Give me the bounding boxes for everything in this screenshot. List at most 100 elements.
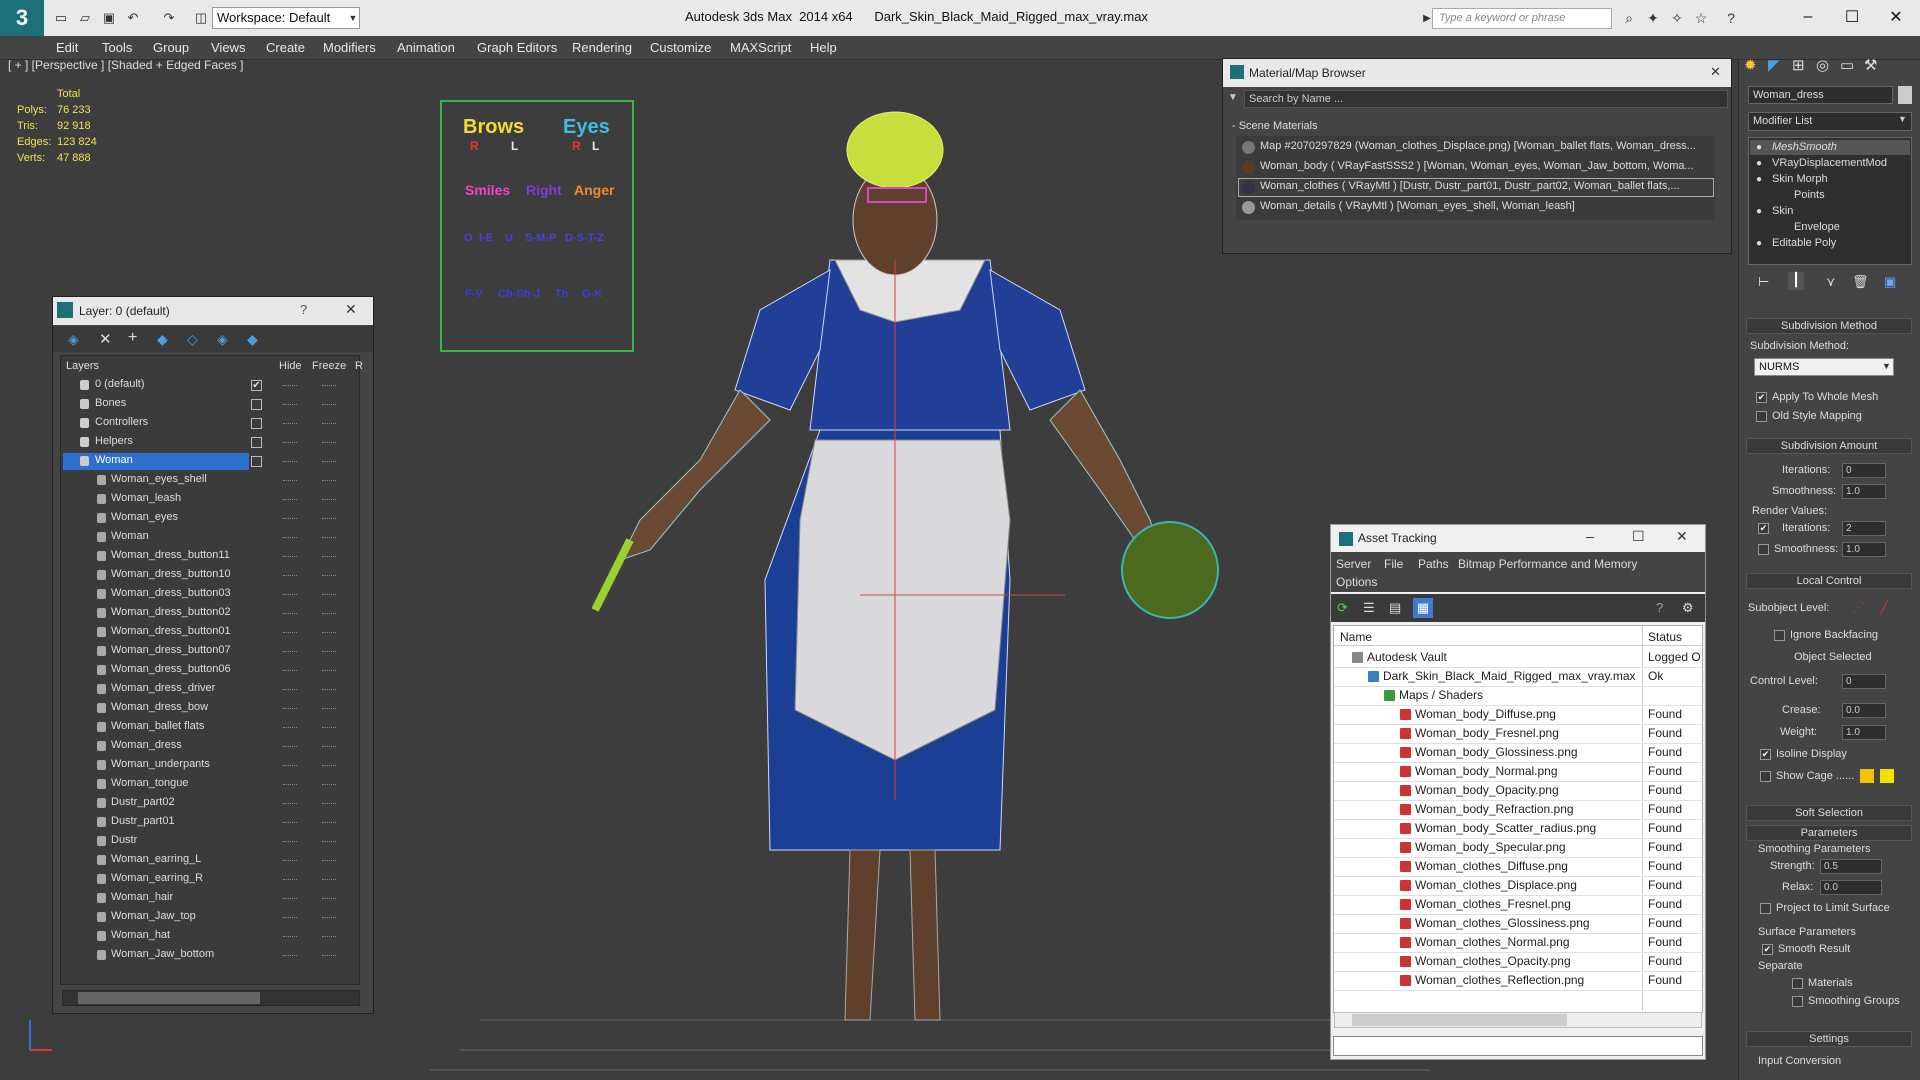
object-row[interactable]: Woman_earring_L xyxy=(111,853,201,865)
object-row[interactable]: Woman_dress_button10 xyxy=(111,568,231,580)
freeze-toggle[interactable] xyxy=(322,879,336,880)
isoline-display-checkbox[interactable]: ✔ xyxy=(1760,749,1771,760)
layer-hscroll-thumb[interactable] xyxy=(78,992,260,1004)
close-icon[interactable]: ✕ xyxy=(345,301,357,318)
object-row[interactable]: Woman_Jaw_top xyxy=(111,910,196,922)
menu-customize[interactable]: Customize xyxy=(650,40,711,55)
object-row[interactable]: Woman_leash xyxy=(111,492,181,504)
object-row[interactable]: Woman_dress_button06 xyxy=(111,663,231,675)
render-smoothness-checkbox[interactable] xyxy=(1758,544,1769,555)
freeze-toggle[interactable] xyxy=(322,651,336,652)
asset-settings-icon[interactable]: ⚙ xyxy=(1682,600,1694,616)
layer-tool-6-icon[interactable]: ◈ xyxy=(217,331,228,348)
layer-tool-7-icon[interactable]: ◆ xyxy=(247,331,258,348)
motion-tab-icon[interactable]: ◎ xyxy=(1816,56,1829,74)
current-layer-checkbox[interactable] xyxy=(251,418,262,429)
freeze-toggle[interactable] xyxy=(322,936,336,937)
chevron-down-icon[interactable]: ▼ xyxy=(1882,361,1891,371)
col-freeze-header[interactable]: Freeze xyxy=(312,360,346,372)
freeze-toggle[interactable] xyxy=(322,594,336,595)
layer-tool-1-icon[interactable]: ◈ xyxy=(68,331,79,348)
hide-toggle[interactable] xyxy=(283,499,297,500)
freeze-toggle[interactable] xyxy=(322,385,336,386)
hide-toggle[interactable] xyxy=(283,917,297,918)
freeze-toggle[interactable] xyxy=(322,784,336,785)
freeze-toggle[interactable] xyxy=(322,955,336,956)
hide-toggle[interactable] xyxy=(283,404,297,405)
object-color-swatch[interactable] xyxy=(1898,86,1912,104)
asset-help-icon[interactable]: ? xyxy=(1656,600,1663,615)
save-icon[interactable]: ▣ xyxy=(100,9,118,26)
rollout-parameters[interactable]: Parameters xyxy=(1746,825,1912,841)
hide-toggle[interactable] xyxy=(283,480,297,481)
asset-row-name[interactable]: Woman_clothes_Diffuse.png xyxy=(1415,859,1568,873)
layer-row[interactable]: Controllers xyxy=(95,416,148,428)
asset-row-name[interactable]: Woman_body_Opacity.png xyxy=(1415,783,1559,797)
chevron-down-icon[interactable]: ▼ xyxy=(1898,114,1907,124)
hide-toggle[interactable] xyxy=(283,689,297,690)
modifier-stack-item[interactable]: MeshSmooth xyxy=(1772,141,1837,153)
freeze-toggle[interactable] xyxy=(322,898,336,899)
asset-row-name[interactable]: Woman_body_Refraction.png xyxy=(1415,802,1574,816)
subdivision-method-select[interactable]: NURMS xyxy=(1754,358,1894,376)
favorites-star-icon[interactable]: ☆ xyxy=(1692,9,1710,27)
col-name-header[interactable]: Name xyxy=(1340,630,1372,644)
hide-toggle[interactable] xyxy=(283,385,297,386)
weight-spinner[interactable]: 1.0 xyxy=(1842,725,1886,740)
add-layer-icon[interactable]: + xyxy=(128,329,137,347)
hide-toggle[interactable] xyxy=(283,803,297,804)
smoothness-spinner[interactable]: 1.0 xyxy=(1842,484,1886,499)
current-layer-checkbox[interactable] xyxy=(251,399,262,410)
hide-toggle[interactable] xyxy=(283,632,297,633)
object-row[interactable]: Dustr_part01 xyxy=(111,815,175,827)
modifier-stack-item[interactable]: VRayDisplacementMod xyxy=(1772,157,1887,169)
freeze-toggle[interactable] xyxy=(322,518,336,519)
undo-icon[interactable]: ↶ xyxy=(124,9,142,26)
thumbnail-view-icon[interactable]: ▤ xyxy=(1389,600,1401,616)
freeze-toggle[interactable] xyxy=(322,461,336,462)
freeze-toggle[interactable] xyxy=(322,860,336,861)
hide-toggle[interactable] xyxy=(283,860,297,861)
material-browser-titlebar[interactable]: Material/Map Browser xyxy=(1223,59,1731,87)
object-row[interactable]: Woman_ballet flats xyxy=(111,720,204,732)
material-item[interactable]: Woman_clothes ( VRayMtl ) [Dustr, Dustr_… xyxy=(1260,180,1680,192)
menu-modifiers[interactable]: Modifiers xyxy=(323,40,376,55)
maximize-icon[interactable]: ☐ xyxy=(1632,528,1645,545)
show-end-result-icon[interactable]: ┃ xyxy=(1788,272,1804,290)
rollout-soft-selection[interactable]: Soft Selection xyxy=(1746,805,1912,821)
menu-graph-editors[interactable]: Graph Editors xyxy=(477,40,557,55)
asset-row-name[interactable]: Dark_Skin_Black_Maid_Rigged_max_vray.max xyxy=(1383,669,1636,683)
render-smoothness-spinner[interactable]: 1.0 xyxy=(1842,542,1886,557)
asset-row-name[interactable]: Woman_body_Specular.png xyxy=(1415,840,1566,854)
lightbulb-icon[interactable]: ● xyxy=(1756,238,1762,249)
vertex-level-icon[interactable]: ⋰ xyxy=(1852,600,1865,616)
freeze-toggle[interactable] xyxy=(322,575,336,576)
asset-row-name[interactable]: Autodesk Vault xyxy=(1367,650,1447,664)
object-row[interactable]: Woman_eyes_shell xyxy=(111,473,207,485)
rollout-local-control[interactable]: Local Control xyxy=(1746,573,1912,589)
hide-toggle[interactable] xyxy=(283,841,297,842)
col-layers-header[interactable]: Layers xyxy=(66,360,99,372)
freeze-toggle[interactable] xyxy=(322,917,336,918)
hide-toggle[interactable] xyxy=(283,518,297,519)
display-tab-icon[interactable]: ▭ xyxy=(1840,56,1854,74)
material-item[interactable]: Map #2070297829 (Woman_clothes_Displace.… xyxy=(1260,140,1696,152)
layer-row[interactable]: Bones xyxy=(95,397,126,409)
freeze-toggle[interactable] xyxy=(322,727,336,728)
asset-row-name[interactable]: Maps / Shaders xyxy=(1399,688,1483,702)
asset-path-field[interactable] xyxy=(1333,1036,1703,1056)
menu-maxscript[interactable]: MAXScript xyxy=(730,40,791,55)
current-layer-checkbox[interactable] xyxy=(251,437,262,448)
menu-help[interactable]: Help xyxy=(810,40,837,55)
binoculars-icon[interactable]: ⌕ xyxy=(1620,9,1638,27)
freeze-toggle[interactable] xyxy=(322,841,336,842)
hide-toggle[interactable] xyxy=(283,594,297,595)
lightbulb-icon[interactable]: ● xyxy=(1756,206,1762,217)
object-row[interactable]: Woman_earring_R xyxy=(111,872,203,884)
render-iterations-spinner[interactable]: 2 xyxy=(1842,521,1886,536)
hierarchy-tab-icon[interactable]: ⊞ xyxy=(1792,56,1805,74)
new-file-icon[interactable]: ▭ xyxy=(52,9,70,26)
menu-animation[interactable]: Animation xyxy=(397,40,455,55)
hide-toggle[interactable] xyxy=(283,898,297,899)
hide-toggle[interactable] xyxy=(283,708,297,709)
